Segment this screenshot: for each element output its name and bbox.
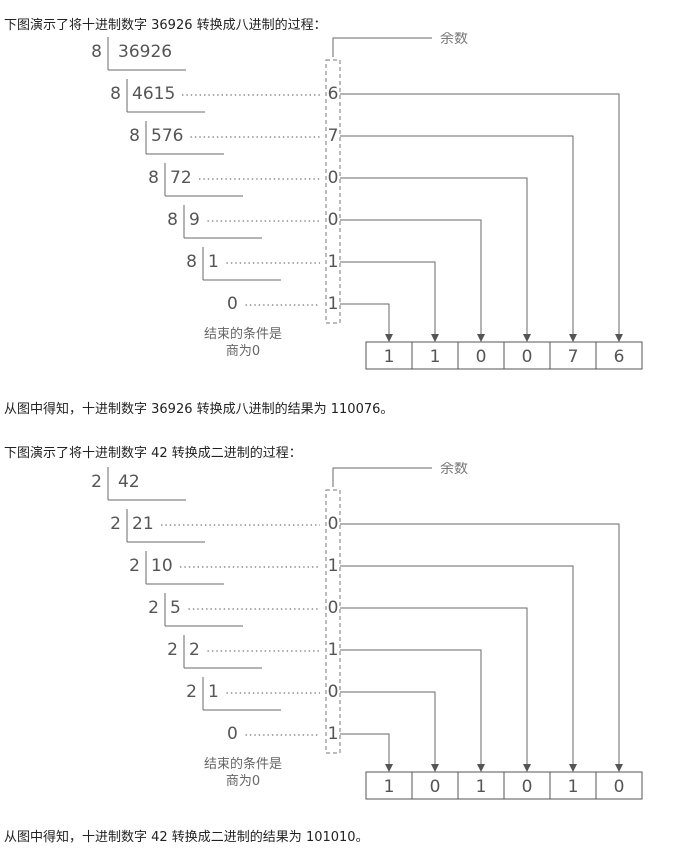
quotient-5: 1: [208, 252, 219, 272]
result-digit-4: 7: [568, 347, 579, 367]
divisor-2: 8: [129, 126, 140, 146]
remainder-5: 1: [328, 724, 339, 744]
intro-text-binary: 下图演示了将十进制数字 42 转换成二进制的过程：: [4, 446, 302, 461]
result-digit-0: 1: [384, 777, 395, 797]
octal-conversion-diagram: 8 369268 46158 5768 728 98 10余数6700111 1 0 0 7 6结束的…: [91, 32, 643, 370]
connector-5: [340, 303, 390, 335]
divisor-4: 2: [167, 640, 178, 660]
connector-3: [340, 219, 482, 335]
remainder-label: 余数: [440, 32, 468, 47]
arrowhead-4: [431, 764, 439, 772]
quotient-1: 21: [132, 514, 154, 534]
result-digit-5: 6: [614, 347, 625, 367]
remainder-1: 7: [328, 126, 339, 146]
remainder-3: 0: [328, 210, 339, 230]
result-digit-5: 0: [614, 777, 625, 797]
connector-0: [340, 523, 620, 765]
divisor-5: 8: [186, 252, 197, 272]
connector-3: [340, 649, 482, 765]
result-digit-3: 0: [522, 777, 533, 797]
connector-0: [340, 93, 620, 335]
connector-2: [340, 177, 528, 335]
result-digit-1: 0: [430, 777, 441, 797]
quotient-4: 9: [189, 210, 200, 230]
end-note-line-1: 结束的条件是: [204, 756, 282, 772]
divisor-0: 2: [91, 472, 102, 492]
result-digit-1: 1: [430, 347, 441, 367]
quotient-0: 36926: [118, 42, 172, 62]
connector-4: [340, 691, 436, 765]
result-digit-2: 1: [476, 777, 487, 797]
quotient-2: 10: [151, 556, 173, 576]
remainder-0: 6: [328, 84, 339, 104]
remainder-4: 0: [328, 682, 339, 702]
quotient-2: 576: [151, 126, 183, 146]
conclusion-text-octal: 从图中得知，十进制数字 36926 转换成八进制的结果为 110076。: [4, 402, 394, 417]
divisor-0: 8: [91, 42, 102, 62]
arrowhead-0: [615, 764, 623, 772]
end-note-line-1: 结束的条件是: [204, 326, 282, 342]
quotient-1: 4615: [132, 84, 175, 104]
quotient-3: 72: [170, 168, 192, 188]
end-note-line-2: 商为0: [226, 344, 260, 359]
remainder-4: 1: [328, 252, 339, 272]
remainder-label-leader: [332, 37, 432, 57]
arrowhead-2: [523, 334, 531, 342]
arrowhead-1: [569, 764, 577, 772]
quotient-6: 0: [227, 724, 238, 744]
end-note-line-2: 商为0: [226, 774, 260, 789]
connector-5: [340, 733, 390, 765]
divisor-3: 8: [148, 168, 159, 188]
arrowhead-0: [615, 334, 623, 342]
arrowhead-5: [385, 334, 393, 342]
conclusion-text-binary: 从图中得知，十进制数字 42 转换成二进制的结果为 101010。: [4, 830, 369, 845]
connector-1: [340, 135, 574, 335]
divisor-4: 8: [167, 210, 178, 230]
connector-4: [340, 261, 436, 335]
remainder-2: 0: [328, 168, 339, 188]
arrowhead-4: [431, 334, 439, 342]
remainder-label-leader: [332, 467, 432, 487]
quotient-6: 0: [227, 294, 238, 314]
divisor-5: 2: [186, 682, 197, 702]
remainder-1: 1: [328, 556, 339, 576]
remainder-2: 0: [328, 598, 339, 618]
remainder-5: 1: [328, 294, 339, 314]
arrowhead-3: [477, 764, 485, 772]
divisor-3: 2: [148, 598, 159, 618]
arrowhead-1: [569, 334, 577, 342]
quotient-5: 1: [208, 682, 219, 702]
result-digit-3: 0: [522, 347, 533, 367]
divisor-1: 8: [110, 84, 121, 104]
quotient-4: 2: [189, 640, 200, 660]
arrowhead-2: [523, 764, 531, 772]
divisor-2: 2: [129, 556, 140, 576]
divisor-1: 2: [110, 514, 121, 534]
arrowhead-3: [477, 334, 485, 342]
result-digit-0: 1: [384, 347, 395, 367]
remainder-0: 0: [328, 514, 339, 534]
result-digit-4: 1: [568, 777, 579, 797]
connector-2: [340, 607, 528, 765]
connector-1: [340, 565, 574, 765]
quotient-0: 42: [118, 472, 140, 492]
arrowhead-5: [385, 764, 393, 772]
binary-conversion-diagram: 2 422 212 102 52 22 10余数0101011 0 1 0 1 0结束的条件是商为0: [91, 462, 643, 800]
remainder-3: 1: [328, 640, 339, 660]
result-digit-2: 0: [476, 347, 487, 367]
remainder-label: 余数: [440, 462, 468, 477]
quotient-3: 5: [170, 598, 181, 618]
